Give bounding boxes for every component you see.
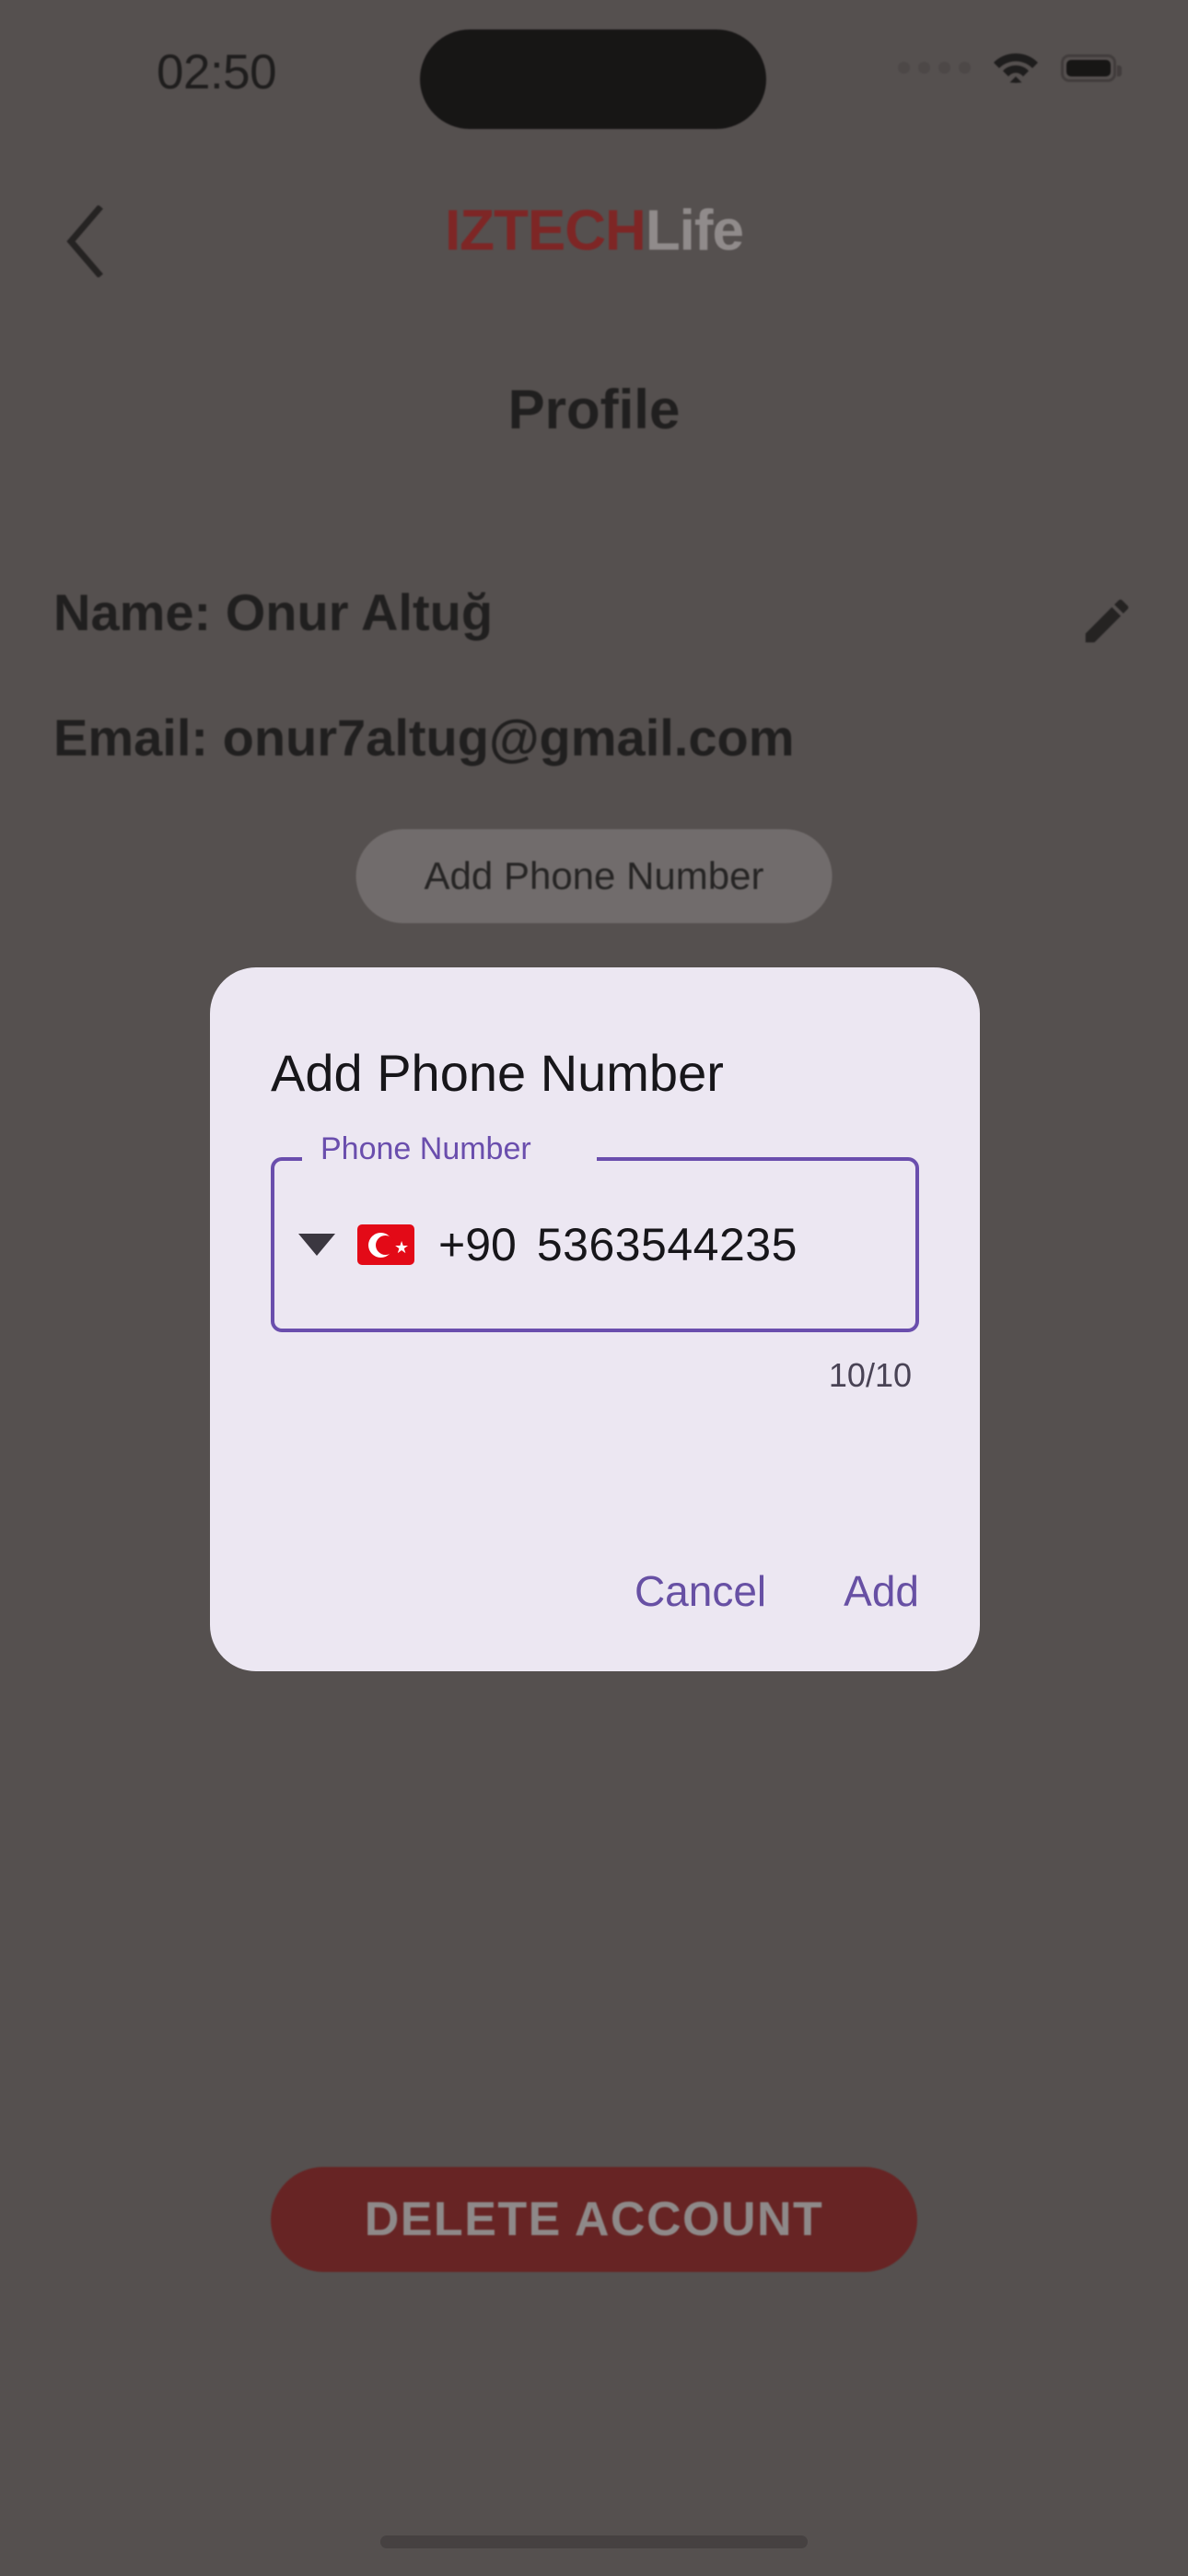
signal-dots-icon <box>898 62 971 74</box>
status-bar-clock: 02:50 <box>157 45 277 100</box>
cancel-button[interactable]: Cancel <box>631 1561 770 1622</box>
character-counter: 10/10 <box>828 1356 912 1394</box>
flag-star: ★ <box>394 1238 410 1257</box>
chevron-down-icon[interactable] <box>298 1234 335 1256</box>
edit-profile-button[interactable] <box>1070 584 1144 658</box>
brand-secondary-text: Life <box>645 199 744 263</box>
delete-account-button[interactable]: DELETE ACCOUNT <box>271 2167 917 2272</box>
wifi-icon <box>993 48 1039 88</box>
profile-name-row: Name: Onur Altuğ <box>53 583 494 641</box>
flag-turkey-icon[interactable]: ★ <box>357 1224 414 1265</box>
flag-crescent-cut <box>376 1235 395 1255</box>
home-indicator[interactable] <box>380 2535 808 2548</box>
app-brand-logo: IZTECHLife <box>0 198 1188 263</box>
phone-number-field[interactable]: Phone Number ★ +90 <box>271 1133 924 1332</box>
add-phone-number-dialog: Add Phone Number Phone Number ★ +90 10/1… <box>210 967 980 1671</box>
page-title: Profile <box>507 379 681 440</box>
dialog-title: Add Phone Number <box>271 1044 724 1102</box>
country-code-text: +90 <box>438 1219 517 1270</box>
add-phone-number-button[interactable]: Add Phone Number <box>355 829 833 923</box>
add-button[interactable]: Add <box>840 1561 923 1622</box>
pencil-edit-icon <box>1085 599 1129 643</box>
battery-full-icon <box>1061 53 1122 82</box>
brand-primary-text: IZTECH <box>444 199 646 263</box>
status-bar-indicators <box>898 48 1122 88</box>
phone-number-input[interactable] <box>536 1218 924 1271</box>
profile-email-row: Email: onur7altug@gmail.com <box>53 708 795 767</box>
phone-screen: 02:50 IZTECHLife Profile Name: Onur Altu… <box>0 0 1188 2576</box>
phone-field-content: ★ +90 <box>271 1157 924 1332</box>
dynamic-island <box>420 29 766 129</box>
status-bar: 02:50 <box>0 0 1188 157</box>
dialog-action-bar: Cancel Add <box>631 1561 923 1622</box>
